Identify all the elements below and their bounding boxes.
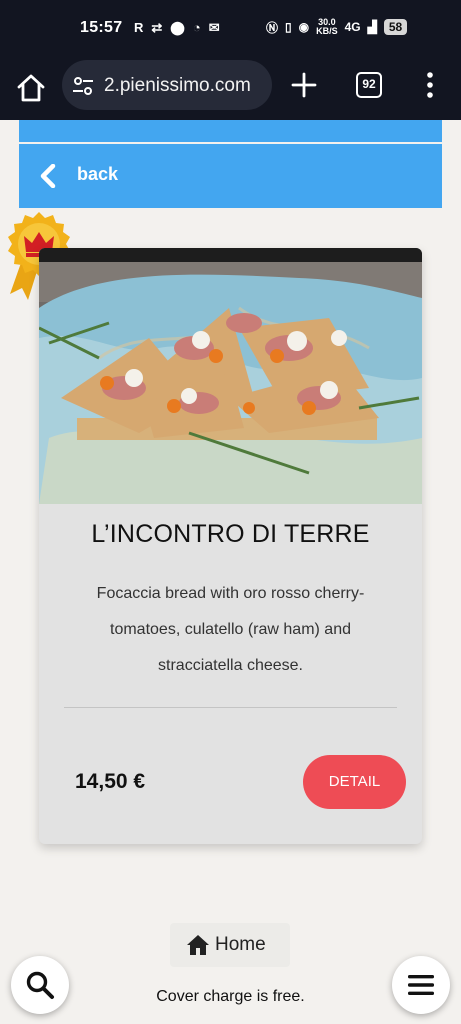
mail-icon: ✉ [208,20,220,35]
product-card: L’INCONTRO DI TERRE Focaccia bread with … [39,248,422,844]
location-icon: ⬤ [170,20,185,35]
vibrate-icon: ▯ [285,20,292,34]
url-text: 2.pienissimo.com [104,75,251,96]
menu-button[interactable] [392,956,450,1014]
site-settings-icon[interactable] [72,76,94,96]
location-icon: ◉ [298,20,310,34]
home-icon [187,935,209,955]
more-options-icon[interactable] [420,70,440,100]
hamburger-menu-icon [408,975,434,995]
home-link[interactable]: Home [170,923,290,967]
product-title: L’INCONTRO DI TERRE [91,520,370,548]
product-image[interactable] [39,248,422,504]
signal-icon: ▟ [367,20,377,34]
product-price: 14,50 € [75,770,146,793]
signal-label: 4G [344,20,361,34]
category-header-strip [19,120,442,142]
search-icon [26,971,54,999]
status-time: 15:57 [80,19,123,36]
back-label: back [77,164,119,184]
back-button[interactable]: back [19,144,442,208]
sync-icon: ⇄ [151,20,163,35]
status-left-icons: R ⇄ ⬤ ◔ ✉ [134,20,220,36]
r-indicator: R [134,20,144,35]
address-bar[interactable]: 2.pienissimo.com [62,60,272,110]
detail-button[interactable]: DETAIL [303,755,406,809]
status-bar: 15:57 R ⇄ ⬤ ◔ ✉ Ⓝ ▯ ◉ 30.0 KB/S 4G ▟ 58 [0,0,461,58]
status-right-icons: Ⓝ ▯ ◉ 30.0 KB/S 4G ▟ 58 [266,18,408,36]
chevron-left-icon [40,164,56,188]
nfc-icon: Ⓝ [266,20,279,35]
network-speed: 30.0 KB/S [316,18,338,36]
home-link-label: Home [215,934,266,955]
timer-icon: ◔ [192,20,201,35]
card-divider [64,707,397,708]
search-button[interactable] [11,956,69,1014]
battery-indicator: 58 [383,19,408,35]
tab-switcher-button[interactable]: 92 [356,72,382,98]
browser-toolbar: 2.pienissimo.com 92 [0,58,461,120]
home-icon[interactable] [14,71,48,105]
new-tab-icon[interactable] [289,70,319,100]
product-description: Focaccia bread with oro rosso cherry-tom… [96,585,365,674]
network-speed-unit: KB/S [316,26,338,36]
